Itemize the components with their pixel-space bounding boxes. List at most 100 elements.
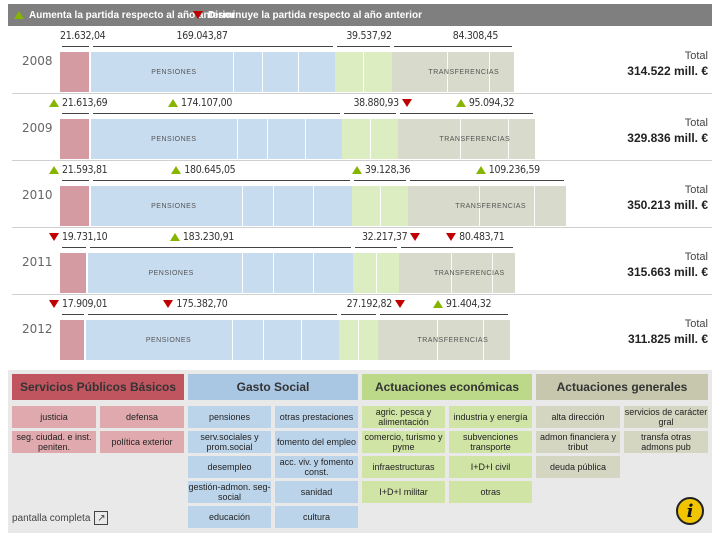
sub-divider [261,52,263,92]
category-item-button[interactable]: agric. pesca y alimentación [362,406,445,428]
sub-divider [273,253,275,293]
info-icon[interactable]: i [676,497,704,525]
category-item-button[interactable]: alta dirección [536,406,620,428]
category-header[interactable]: Gasto Social [188,374,358,400]
total-label-text: Total [684,117,708,129]
total-label-text: Total [684,50,708,62]
value-bracket [62,113,90,114]
category-item-button[interactable]: otras [449,481,532,503]
sub-divider [232,320,234,360]
category-item-button[interactable]: desempleo [188,456,271,478]
sub-divider [300,320,302,360]
legend-decrease: Disminuye la partida respecto al año ant… [193,4,422,26]
category-item-button[interactable]: gestión-admon. seg-social [188,481,271,503]
segment-value: 175.382,70 [160,298,228,310]
category-item-button[interactable]: subvenciones transporte [449,431,532,453]
segment-value: 38.880,93 [353,97,414,109]
bar-segment[interactable] [60,253,89,293]
category-item-button[interactable]: I+D+I civil [449,456,532,478]
bar-segment[interactable] [91,119,343,159]
total-value: 329.836 mill. € [627,131,708,145]
sub-divider [358,320,360,360]
category-item-button[interactable]: otras prestaciones [275,406,358,428]
sub-divider [232,52,234,92]
down-arrow-icon [410,233,421,241]
segment-value-text: 169.043,87 [176,30,228,42]
year-label: 2012 [22,322,53,336]
category-item-button[interactable]: acc. viv. y fomento const. [275,456,358,478]
segment-value-text: 91.404,32 [445,298,492,310]
up-arrow-icon [168,99,179,107]
segment-value-text: 21.613,69 [62,97,108,109]
bar-segment[interactable] [91,52,335,92]
segment-label: TRANSFERENCIAS [417,337,489,344]
segment-value: 21.613,69 [46,97,108,109]
category-item-button[interactable]: transfa otras admons pub [624,431,708,453]
category-header[interactable]: Actuaciones económicas [362,374,532,400]
bar-segment[interactable] [88,253,353,293]
segment-value: 169.043,87 [177,30,228,42]
segment-value-text: 19.731,10 [62,231,108,243]
segment-value-text: 39.537,92 [346,30,392,42]
category-item-button[interactable]: fomento del empleo [275,431,358,453]
value-bracket [353,180,407,181]
segment-label: PENSIONES [151,136,197,143]
category-item-button[interactable]: comercio, turismo y pyme [362,431,445,453]
expand-icon: ↗ [94,511,109,525]
sub-divider [241,253,243,293]
category-item-button[interactable]: servicios de carácter gral [624,406,708,428]
bar-segment[interactable] [60,320,86,360]
category-item-button[interactable]: pensiones [188,406,271,428]
sub-divider [298,52,300,92]
total-value: 350.213 mill. € [627,198,708,212]
up-arrow-icon [351,166,362,174]
category-item-button[interactable]: educación [188,506,271,528]
value-bracket [344,113,397,114]
segment-value: 91.404,32 [430,298,492,310]
bar-segment[interactable] [85,320,339,360]
segment-value-text: 183.230,91 [182,231,234,243]
category-item-button[interactable]: justicia [12,406,96,428]
total-label-text: Total [684,184,708,196]
bar-segment[interactable] [60,119,92,159]
category-item-button[interactable]: sanidad [275,481,358,503]
category-item-button[interactable]: admon financiera y tribut [536,431,620,453]
bar-segment[interactable] [342,119,399,159]
category-header[interactable]: Actuaciones generales [536,374,708,400]
category-item-button[interactable]: I+D+I militar [362,481,445,503]
category-item-button[interactable]: defensa [100,406,184,428]
segment-value-text: 109.236,59 [488,164,540,176]
segment-value-text: 17.909,01 [62,298,108,310]
bar-segment[interactable] [351,186,409,226]
segment-value-text: 180.645,05 [184,164,236,176]
category-item-button[interactable]: industria y energía [449,406,532,428]
category-item-button[interactable]: deuda pública [536,456,620,478]
bar-segment[interactable] [338,320,378,360]
total-label: Total [618,318,708,330]
category-item-button[interactable]: seg. ciudad. e inst. peniten. [12,431,96,453]
segment-value-text: 21.632,04 [60,30,106,42]
category-item-button[interactable]: serv.sociales y prom.social [188,431,271,453]
total-value: 315.663 mill. € [627,265,708,279]
fullscreen-button[interactable]: pantalla completa ↗ [12,511,109,525]
bar-segment[interactable] [334,52,392,92]
category-item-button[interactable]: política exterior [100,431,184,453]
bar-segment[interactable] [60,186,92,226]
value-bracket [62,314,84,315]
category-item-button[interactable]: cultura [275,506,358,528]
sub-divider [273,186,275,226]
bar-segment[interactable] [352,253,400,293]
bar-segment[interactable] [91,186,352,226]
category-header[interactable]: Servicios Públicos Básicos [12,374,184,400]
value-bracket [62,180,90,181]
category-item-button[interactable]: infraestructuras [362,456,445,478]
up-arrow-icon [14,11,24,19]
row-separator [12,93,712,94]
value-bracket [354,247,398,248]
year-label: 2009 [22,121,53,135]
segment-value-text: 175.382,70 [176,298,228,310]
bar-segment[interactable] [60,52,92,92]
segment-value: 32.217,37 [362,231,423,243]
value-bracket [93,46,333,47]
row-total: Total 314.522 mill. € [618,50,708,78]
